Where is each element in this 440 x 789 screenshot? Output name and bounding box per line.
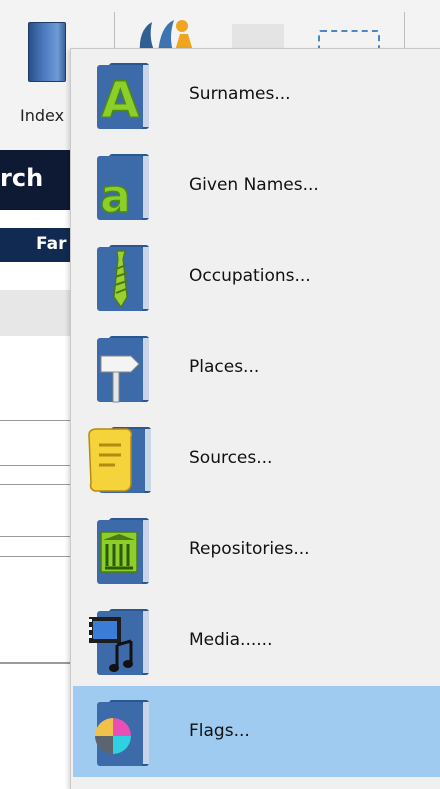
menu-item-label: Sources... — [189, 448, 273, 468]
sources-icon — [88, 427, 151, 493]
menu-item-media[interactable]: Media...... — [73, 595, 440, 686]
divider — [0, 484, 80, 485]
family-tab-header[interactable]: Far — [0, 228, 80, 262]
svg-text:a: a — [100, 169, 131, 223]
divider — [0, 420, 80, 421]
menu-item-sources[interactable]: Sources... — [73, 413, 440, 504]
divider — [0, 556, 80, 557]
menu-item-label: Repositories... — [189, 539, 310, 559]
divider — [0, 536, 80, 537]
menu-item-surnames[interactable]: A Surnames... — [73, 49, 440, 140]
menu-item-places[interactable]: Places... — [73, 322, 440, 413]
divider — [0, 465, 80, 466]
menu-item-label: Given Names... — [189, 175, 319, 195]
menu-item-flags[interactable]: Flags... — [73, 686, 440, 777]
menu-item-label: Surnames... — [189, 84, 291, 104]
search-header-text: rch — [0, 164, 44, 192]
surnames-icon: A — [97, 63, 149, 130]
media-icon — [89, 609, 149, 675]
divider — [0, 662, 80, 664]
occupations-icon — [97, 245, 149, 311]
search-header: rch — [0, 150, 80, 210]
menu-item-given-names[interactable]: a Given Names... — [73, 140, 440, 231]
index-dropdown-menu: A Surnames... a Given Names... Occupatio… — [70, 48, 440, 789]
menu-item-repositories[interactable]: Repositories... — [73, 504, 440, 595]
places-icon — [97, 336, 149, 403]
flags-icon — [95, 700, 149, 766]
svg-text:A: A — [101, 71, 140, 129]
menu-item-occupations[interactable]: Occupations... — [73, 231, 440, 322]
family-tab-label: Far — [36, 234, 67, 254]
index-book-icon — [28, 22, 66, 82]
menu-item-label: Media...... — [189, 630, 273, 650]
background-panel — [0, 290, 80, 336]
menu-item-label: Places... — [189, 357, 260, 377]
index-button-label: Index — [20, 106, 65, 125]
menu-item-label: Flags... — [189, 721, 250, 741]
index-button[interactable]: Index — [12, 14, 78, 134]
given-names-icon: a — [97, 154, 149, 224]
repositories-icon — [97, 518, 149, 584]
menu-item-label: Occupations... — [189, 266, 311, 286]
